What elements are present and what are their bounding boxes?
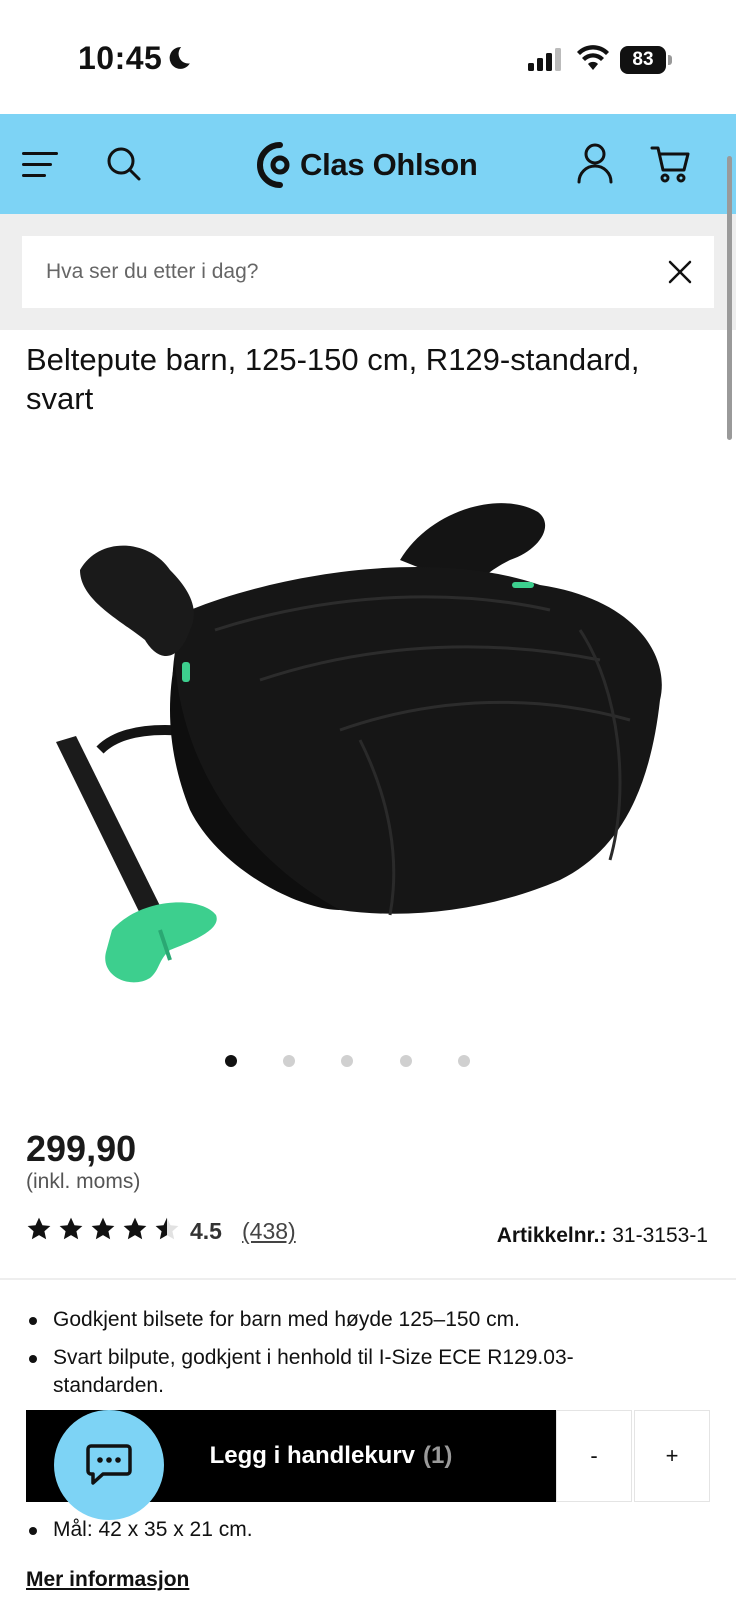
moon-icon [169, 47, 190, 69]
page-scrollbar[interactable] [727, 156, 732, 440]
gallery-dot-1[interactable] [225, 1055, 237, 1067]
increase-quantity-button[interactable]: + [634, 1410, 710, 1502]
battery-indicator: 83 [620, 46, 672, 74]
close-icon[interactable] [668, 260, 692, 284]
account-icon[interactable] [576, 142, 614, 184]
divider [0, 1278, 736, 1280]
product-image[interactable] [40, 490, 690, 1020]
gallery-dot-2[interactable] [283, 1055, 295, 1067]
search-box [22, 236, 714, 308]
more-info-link[interactable]: Mer informasjon [26, 1568, 189, 1592]
brand-logo[interactable]: Clas Ohlson [256, 140, 478, 190]
review-count-link[interactable]: (438) [242, 1218, 296, 1245]
cellular-signal-icon [528, 48, 561, 71]
feature-item: Svart bilpute, godkjent i henhold til I-… [26, 1344, 676, 1400]
menu-icon[interactable] [22, 148, 60, 180]
brand-logo-icon [257, 142, 290, 188]
article-label: Artikkelnr.: [496, 1224, 607, 1247]
chat-button[interactable] [54, 1410, 164, 1520]
status-time: 10:45 [78, 40, 163, 76]
rating-stars[interactable] [26, 1216, 180, 1242]
star-full-icon [27, 1217, 51, 1240]
status-bar: 10:45 83 [0, 0, 736, 114]
brand-name: Clas Ohlson [300, 147, 478, 182]
product-price: 299,90 [26, 1128, 137, 1169]
decrease-quantity-button[interactable]: - [556, 1410, 632, 1502]
product-title: Beltepute barn, 125-150 cm, R129-standar… [26, 342, 640, 416]
chat-icon [86, 1444, 132, 1485]
vat-note: (inkl. moms) [26, 1170, 141, 1193]
battery-cap [668, 55, 672, 65]
add-to-cart-label: Legg i handlekurv [209, 1442, 416, 1469]
gallery-dot-4[interactable] [400, 1055, 412, 1067]
cart-quantity: (1) [423, 1442, 453, 1469]
search-input[interactable] [46, 236, 606, 308]
gallery-pagination [0, 1055, 736, 1069]
star-full-icon [59, 1217, 83, 1240]
product-features: Godkjent bilsete for barn med høyde 125–… [26, 1306, 676, 1410]
search-bar [0, 214, 736, 330]
article-number: Artikkelnr.: 31-3153-1 [497, 1224, 708, 1248]
star-full-icon [123, 1217, 147, 1240]
star-full-icon [91, 1217, 115, 1240]
site-header: Clas Ohlson [0, 114, 736, 214]
star-half-icon [155, 1217, 179, 1240]
article-value: 31-3153-1 [612, 1224, 708, 1247]
gallery-dot-3[interactable] [341, 1055, 353, 1067]
cart-icon[interactable] [650, 144, 690, 184]
rating-value: 4.5 [190, 1218, 222, 1244]
wifi-icon [577, 45, 609, 70]
feature-item: Godkjent bilsete for barn med høyde 125–… [26, 1306, 676, 1334]
battery-level: 83 [620, 46, 666, 74]
search-icon[interactable] [106, 146, 142, 182]
feature-item-dimensions: Mål: 42 x 35 x 21 cm. [26, 1518, 253, 1542]
gallery-dot-5[interactable] [458, 1055, 470, 1067]
